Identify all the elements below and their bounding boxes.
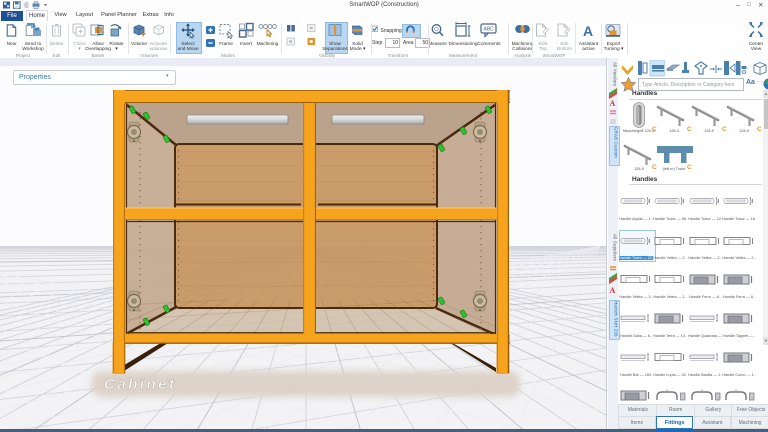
svg-text:A: A xyxy=(610,286,616,295)
svg-text:Cabinet: Cabinet xyxy=(104,376,177,393)
svg-text:A: A xyxy=(610,99,616,108)
